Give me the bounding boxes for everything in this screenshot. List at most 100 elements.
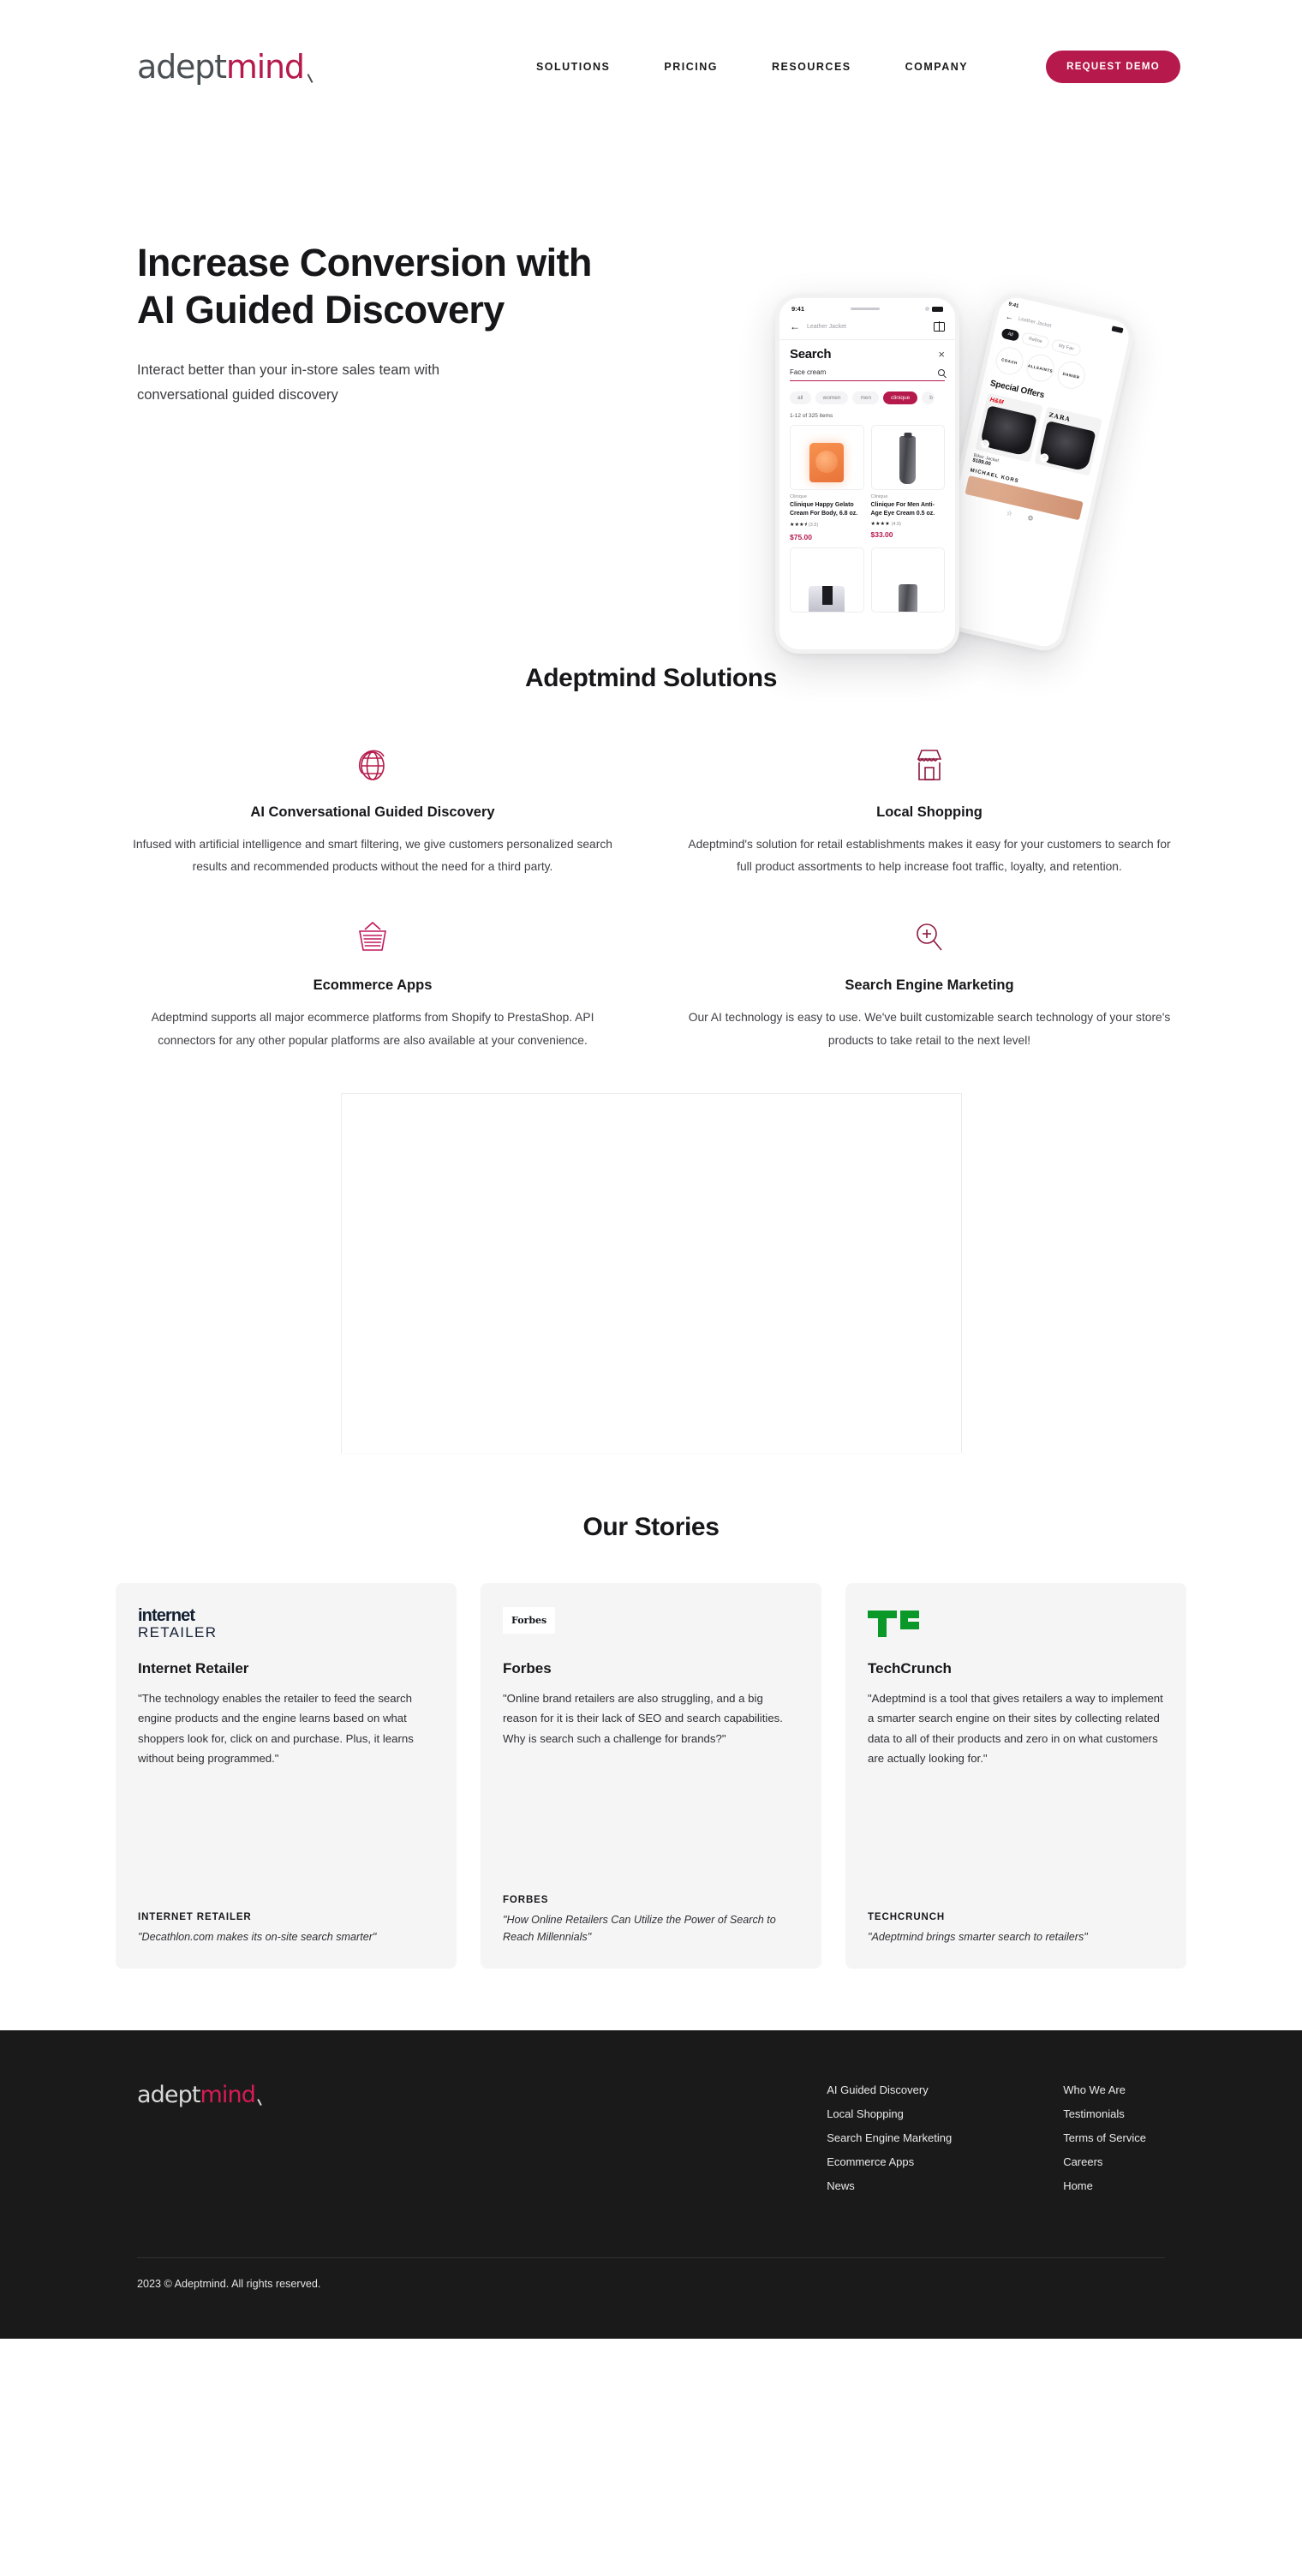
front-status-bar: 9:41 bbox=[779, 298, 955, 315]
footer-logo-part1: adept bbox=[137, 2081, 200, 2108]
stars-icon: ★★★⯨ bbox=[790, 523, 808, 529]
silver-jar-product-icon bbox=[809, 586, 845, 613]
back-chip-refine[interactable]: Refine bbox=[1020, 332, 1050, 350]
product-image bbox=[790, 425, 864, 490]
grey-tube-product-icon bbox=[898, 584, 917, 613]
back-chip-myfav[interactable]: My Fav bbox=[1050, 338, 1082, 357]
solution-item-search-engine-marketing: Search Engine Marketing Our AI technolog… bbox=[651, 917, 1208, 1051]
header-logo[interactable]: adeptmind bbox=[137, 47, 314, 87]
brand-circle-allsaints[interactable]: ALLSAINTS bbox=[1024, 351, 1057, 385]
nav-item-resources[interactable]: RESOURCES bbox=[772, 61, 851, 73]
video-placeholder[interactable] bbox=[340, 1092, 962, 1453]
internet-retailer-logo: internet RETAILER bbox=[138, 1607, 434, 1645]
solution-description: Adeptmind supports all major ecommerce p… bbox=[151, 1011, 594, 1047]
site-footer: adeptmind AI Guided Discovery Local Shop… bbox=[0, 2029, 1302, 2339]
story-card-internet-retailer[interactable]: internet RETAILER Internet Retailer "The… bbox=[116, 1582, 457, 1969]
battery-icon bbox=[931, 306, 943, 312]
stories-grid: internet RETAILER Internet Retailer "The… bbox=[0, 1582, 1302, 1969]
close-icon[interactable]: × bbox=[938, 349, 945, 360]
stories-section: Our Stories internet RETAILER Internet R… bbox=[0, 1453, 1302, 2030]
story-source: TECHCRUNCH bbox=[868, 1912, 946, 1923]
copyright-text: 2023 © Adeptmind. All rights reserved. bbox=[137, 2277, 321, 2290]
footer-link-ecommerce-apps[interactable]: Ecommerce Apps bbox=[827, 2155, 952, 2168]
hero-subtitle: Interact better than your in-store sales… bbox=[137, 362, 440, 403]
footer-logo[interactable]: adeptmind bbox=[137, 2083, 262, 2192]
back-chip-all[interactable]: All bbox=[1000, 327, 1020, 342]
solution-description: Infused with artificial intelligence and… bbox=[133, 838, 612, 874]
product-card[interactable]: Clinique Clinique Happy Gelato Cream For… bbox=[790, 425, 864, 541]
footer-link-testimonials[interactable]: Testimonials bbox=[1063, 2107, 1146, 2120]
story-footer: INTERNET RETAILER "Decathlon.com makes i… bbox=[138, 1886, 434, 1945]
product-image bbox=[870, 547, 945, 613]
solution-title: AI Conversational Guided Discovery bbox=[250, 804, 495, 820]
video-section bbox=[0, 1052, 1302, 1453]
footer-link-news[interactable]: News bbox=[827, 2179, 952, 2192]
brand-circle-coach[interactable]: COACH bbox=[993, 344, 1026, 378]
footer-link-terms-of-service[interactable]: Terms of Service bbox=[1063, 2131, 1146, 2144]
footer-link-home[interactable]: Home bbox=[1063, 2179, 1146, 2192]
jacket-image bbox=[1038, 421, 1096, 472]
search-header: Search × bbox=[790, 347, 945, 362]
chip-men[interactable]: men bbox=[852, 391, 880, 404]
storefront-icon bbox=[684, 744, 1175, 786]
battery-icon bbox=[1111, 326, 1124, 334]
hero-title: Increase Conversion with AI Guided Disco… bbox=[137, 240, 702, 334]
brand-circle-danier[interactable]: DANIER bbox=[1054, 358, 1088, 392]
solution-item-ecommerce-apps: Ecommerce Apps Adeptmind supports all ma… bbox=[94, 917, 651, 1051]
solution-title: Ecommerce Apps bbox=[313, 977, 433, 994]
story-card-forbes[interactable]: Forbes Forbes "Online brand retailers ar… bbox=[481, 1582, 821, 1969]
solutions-section: Adeptmind Solutions AI Conversational Gu… bbox=[0, 613, 1302, 1052]
product-card[interactable] bbox=[870, 547, 945, 613]
back-status-time: 9:41 bbox=[1007, 302, 1019, 309]
map-icon[interactable] bbox=[934, 321, 945, 332]
nav-item-company[interactable]: COMPANY bbox=[905, 61, 968, 73]
front-app-body: Search × Face cream all women men cliniq… bbox=[779, 340, 955, 613]
logo-text-part2: mind bbox=[225, 47, 305, 86]
footer-link-local-shopping[interactable]: Local Shopping bbox=[827, 2107, 952, 2120]
search-input[interactable]: Face cream bbox=[790, 368, 945, 381]
back-product-tile[interactable]: H&M ♡ bbox=[975, 392, 1043, 463]
footer-link-careers[interactable]: Careers bbox=[1063, 2155, 1146, 2168]
stories-heading: Our Stories bbox=[582, 1512, 720, 1541]
magnifier-plus-icon bbox=[684, 917, 1175, 959]
search-input-value: Face cream bbox=[790, 368, 827, 376]
back-arrow-icon[interactable]: ← bbox=[790, 320, 800, 332]
chip-women[interactable]: women bbox=[815, 391, 849, 404]
rewards-star-icon[interactable]: ☆ bbox=[1006, 509, 1013, 517]
back-product-tile[interactable]: ZARA ♡ bbox=[1034, 406, 1103, 476]
nav-item-solutions[interactable]: SOLUTIONS bbox=[536, 61, 610, 73]
nav-item-pricing[interactable]: PRICING bbox=[664, 61, 718, 73]
search-icon[interactable] bbox=[938, 368, 945, 376]
phone-mockups: 9:41 ← Leather Jacket All Refine My Fav … bbox=[775, 285, 1138, 662]
story-headline[interactable]: "How Online Retailers Can Utilize the Po… bbox=[503, 1911, 799, 1946]
product-grid-row2 bbox=[790, 547, 945, 613]
solution-description: Our AI technology is easy to use. We've … bbox=[688, 1011, 1171, 1047]
product-rating: ★★★⯨ (3.5) bbox=[790, 521, 864, 529]
front-app-topbar: ← Leather Jacket bbox=[779, 315, 955, 340]
chip-clinique[interactable]: clinique bbox=[883, 391, 918, 404]
jacket-image bbox=[979, 405, 1037, 457]
request-demo-button[interactable]: REQUEST DEMO bbox=[1046, 50, 1180, 83]
product-price: $75.00 bbox=[790, 533, 812, 542]
product-card[interactable]: Clinique Clinique For Men Anti-Age Eye C… bbox=[870, 425, 945, 541]
product-card[interactable] bbox=[790, 547, 864, 613]
back-phone-screen: 9:41 ← Leather Jacket All Refine My Fav … bbox=[954, 295, 1132, 535]
footer-link-search-engine-marketing[interactable]: Search Engine Marketing bbox=[827, 2131, 952, 2144]
chip-overflow[interactable]: b bbox=[922, 391, 935, 404]
story-headline[interactable]: "Decathlon.com makes its on-site search … bbox=[138, 1928, 434, 1945]
chip-all[interactable]: all bbox=[790, 391, 811, 404]
story-headline[interactable]: "Adeptmind brings smarter search to reta… bbox=[868, 1928, 1164, 1945]
footer-link-who-we-are[interactable]: Who We Are bbox=[1063, 2083, 1146, 2096]
status-icons bbox=[924, 306, 943, 312]
story-card-techcrunch[interactable]: TechCrunch "Adeptmind is a tool that giv… bbox=[845, 1582, 1186, 1969]
filter-chips: all women men clinique b bbox=[790, 391, 945, 404]
back-arrow-icon[interactable]: ← bbox=[1005, 312, 1014, 322]
settings-gear-icon[interactable]: ⚙ bbox=[1026, 514, 1034, 523]
rating-value: (4.0) bbox=[891, 522, 901, 528]
search-title: Search bbox=[790, 347, 832, 362]
footer-link-columns: AI Guided Discovery Local Shopping Searc… bbox=[827, 2083, 1165, 2192]
story-title: Internet Retailer bbox=[138, 1659, 249, 1676]
footer-link-ai-guided-discovery[interactable]: AI Guided Discovery bbox=[827, 2083, 952, 2096]
tube-product-icon bbox=[899, 436, 917, 484]
techcrunch-logo bbox=[868, 1607, 1164, 1645]
